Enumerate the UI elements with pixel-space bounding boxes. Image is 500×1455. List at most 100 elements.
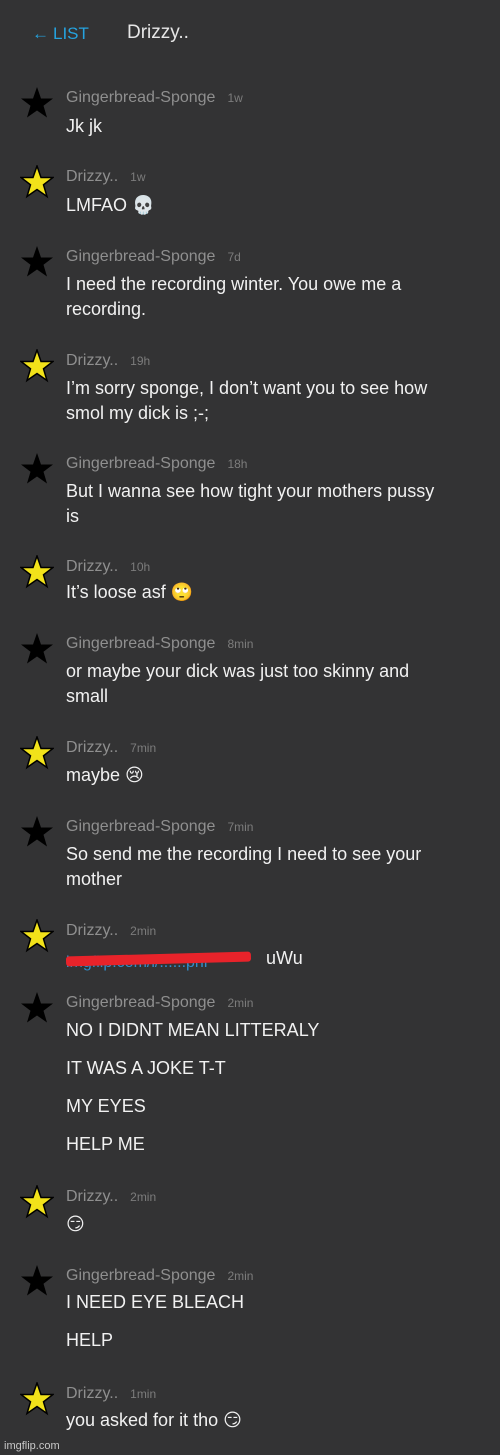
back-to-list-button[interactable]: ← LIST <box>32 24 89 44</box>
top-bar: ← LIST Drizzy.. <box>0 0 500 70</box>
timestamp: 2min <box>227 996 254 1010</box>
message-body: Jk jk <box>66 114 486 139</box>
message-line: Jk jk <box>66 116 102 136</box>
message-body: I need the recording winter. You owe me … <box>66 272 486 322</box>
message-meta: Drizzy.. 19h <box>66 352 150 370</box>
black-star-icon[interactable] <box>20 815 54 849</box>
author-name: Drizzy.. <box>66 168 119 185</box>
back-arrow-icon: ← <box>32 24 49 43</box>
message-line: HELP ME <box>66 1134 145 1154</box>
message-body: or maybe your dick was just too skinny a… <box>66 659 486 709</box>
message-meta: Drizzy.. 1min <box>66 1385 156 1403</box>
message-meta: Gingerbread-Sponge 7d <box>66 248 241 266</box>
message-body: NO I DIDNT MEAN LITTERALY IT WAS A JOKE … <box>66 1018 486 1157</box>
message-meta: Gingerbread-Sponge 8min <box>66 635 253 653</box>
message-line: 😏 <box>66 1214 85 1234</box>
black-star-icon[interactable] <box>20 1264 54 1298</box>
message-line: LMFAO 💀 <box>66 195 155 215</box>
back-label: LIST <box>53 24 89 43</box>
message-meta: Gingerbread-Sponge 2min <box>66 1267 253 1285</box>
yellow-star-icon[interactable] <box>20 1382 54 1416</box>
message-meta: Drizzy.. 7min <box>66 739 156 757</box>
message-line: you asked for it tho 😏 <box>66 1410 242 1430</box>
message-line: HELP <box>66 1330 114 1350</box>
message-line: So send me the recording I need to see y… <box>66 844 422 864</box>
timestamp: 2min <box>227 1269 254 1283</box>
timestamp: 1min <box>130 1387 157 1401</box>
message-body: maybe 😢 <box>66 763 486 788</box>
message-line: mother <box>66 869 123 889</box>
message-line: or maybe your dick was just too skinny a… <box>66 661 410 681</box>
message-meta: Drizzy.. 2min <box>66 1188 156 1206</box>
timestamp: 7min <box>227 820 254 834</box>
message-meta: Gingerbread-Sponge 7min <box>66 818 253 836</box>
yellow-star-icon[interactable] <box>20 555 54 589</box>
message-line: It’s loose asf 🙄 <box>66 582 194 602</box>
watermark: imgflip.com <box>4 1440 60 1452</box>
message-meta: Gingerbread-Sponge 1w <box>66 89 243 107</box>
timestamp: 18h <box>227 457 248 471</box>
author-name: Drizzy.. <box>66 558 119 575</box>
black-star-icon[interactable] <box>20 991 54 1025</box>
message-body: It’s loose asf 🙄 <box>66 580 486 605</box>
message-line: I NEED EYE BLEACH <box>66 1292 245 1312</box>
yellow-star-icon[interactable] <box>20 1185 54 1219</box>
message-body: 😏 <box>66 1212 486 1237</box>
timestamp: 7d <box>227 250 241 264</box>
message-line: maybe 😢 <box>66 765 144 785</box>
message-body: imgflip.com/i/......phi uWu <box>65 946 486 971</box>
author-name: Gingerbread-Sponge <box>66 994 216 1011</box>
message-meta: Gingerbread-Sponge 18h <box>66 455 247 473</box>
message-line: small <box>66 686 109 706</box>
timestamp: 2min <box>130 924 157 938</box>
message-body: I NEED EYE BLEACH HELP <box>66 1290 486 1353</box>
message-line: imgflip.com/i/......phi uWu <box>65 946 486 971</box>
timestamp: 1w <box>227 91 243 105</box>
message-meta: Drizzy.. 1w <box>66 168 145 186</box>
message-line: is <box>66 506 79 526</box>
author-name: Drizzy.. <box>66 1385 119 1402</box>
message-line: IT WAS A JOKE T-T <box>66 1058 226 1078</box>
black-star-icon[interactable] <box>20 86 54 120</box>
yellow-star-icon[interactable] <box>20 919 54 953</box>
timestamp: 1w <box>130 170 146 184</box>
black-star-icon[interactable] <box>20 245 54 279</box>
message-body: But I wanna see how tight your mothers p… <box>66 479 486 529</box>
timestamp: 2min <box>130 1190 157 1204</box>
timestamp: 8min <box>227 637 254 651</box>
author-name: Drizzy.. <box>66 1188 119 1205</box>
message-line: recording. <box>66 299 147 319</box>
timestamp: 10h <box>130 560 151 574</box>
message-line: smol my dick is ;-; <box>66 403 210 423</box>
message-body: you asked for it tho 😏 <box>66 1408 486 1433</box>
chat-title: Drizzy.. <box>127 22 189 43</box>
author-name: Gingerbread-Sponge <box>66 635 216 652</box>
author-name: Gingerbread-Sponge <box>66 89 216 106</box>
author-name: Gingerbread-Sponge <box>66 818 216 835</box>
author-name: Drizzy.. <box>66 352 119 369</box>
message-text: uWu <box>266 948 303 968</box>
yellow-star-icon[interactable] <box>20 165 54 199</box>
author-name: Drizzy.. <box>66 922 119 939</box>
message-line: NO I DIDNT MEAN LITTERALY <box>66 1020 320 1040</box>
yellow-star-icon[interactable] <box>20 736 54 770</box>
message-body: LMFAO 💀 <box>66 193 486 218</box>
message-line: I need the recording winter. You owe me … <box>66 274 402 294</box>
message-meta: Drizzy.. 2min <box>66 922 156 940</box>
redacted-link[interactable]: imgflip.com/i/......phi <box>65 949 261 971</box>
message-meta: Drizzy.. 10h <box>66 558 150 576</box>
yellow-star-icon[interactable] <box>20 349 54 383</box>
black-star-icon[interactable] <box>20 632 54 666</box>
message-line: But I wanna see how tight your mothers p… <box>66 481 435 501</box>
message-body: So send me the recording I need to see y… <box>66 842 486 892</box>
author-name: Gingerbread-Sponge <box>66 455 216 472</box>
message-body: I’m sorry sponge, I don’t want you to se… <box>66 376 486 426</box>
timestamp: 19h <box>130 354 151 368</box>
message-meta: Gingerbread-Sponge 2min <box>66 994 253 1012</box>
author-name: Gingerbread-Sponge <box>66 248 216 265</box>
message-line: I’m sorry sponge, I don’t want you to se… <box>66 378 428 398</box>
timestamp: 7min <box>130 741 157 755</box>
author-name: Drizzy.. <box>66 739 119 756</box>
message-line: MY EYES <box>66 1096 146 1116</box>
black-star-icon[interactable] <box>20 452 54 486</box>
